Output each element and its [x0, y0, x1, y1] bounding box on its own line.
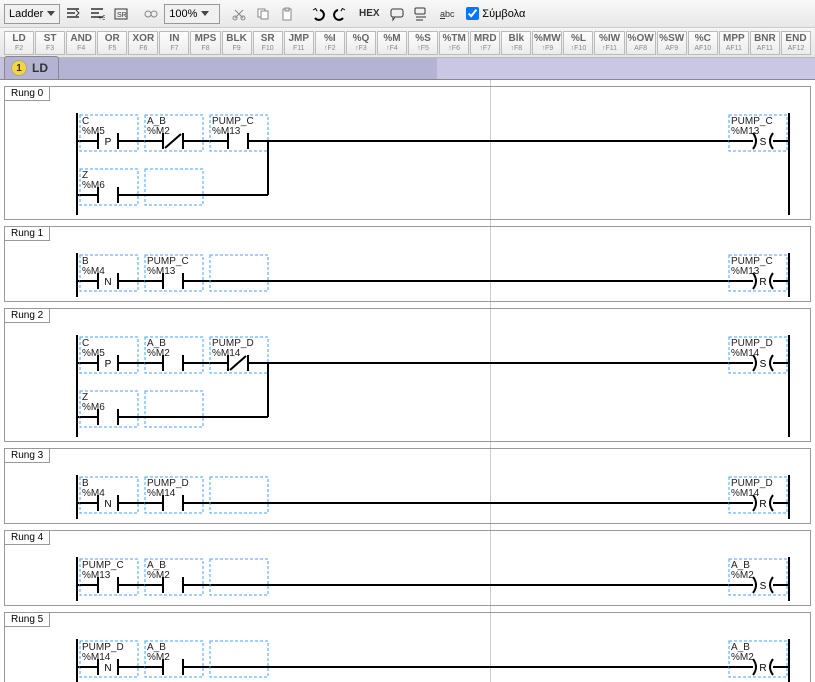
- svg-text:S: S: [760, 581, 767, 592]
- svg-text:%M6: %M6: [82, 180, 105, 191]
- paste-button[interactable]: [276, 3, 298, 25]
- svg-text:%M13: %M13: [147, 266, 176, 277]
- mode-dropdown[interactable]: Ladder: [4, 4, 60, 24]
- op-bnr-button[interactable]: BNRAF11: [750, 31, 780, 55]
- tab-label: LD: [32, 61, 48, 75]
- svg-text:N: N: [104, 663, 111, 674]
- align-left-s-button[interactable]: +S: [86, 3, 108, 25]
- op-mrd-button[interactable]: MRD↑F7: [470, 31, 500, 55]
- svg-text:%M6: %M6: [82, 402, 105, 413]
- mode-dropdown-label: Ladder: [9, 8, 43, 20]
- rung[interactable]: Rung 3B%M4NPUMP_D%M14PUMP_D%M14R: [4, 448, 811, 524]
- tab-bar: 1 LD: [0, 58, 815, 80]
- svg-text:SR: SR: [117, 12, 127, 19]
- rung[interactable]: Rung 0C%M5PA_B%M2PUMP_C%M13PUMP_C%M13SZ%…: [4, 86, 811, 220]
- rung[interactable]: Rung 1B%M4NPUMP_C%M13PUMP_C%M13R: [4, 226, 811, 302]
- abc-button[interactable]: abc: [434, 3, 460, 25]
- main-toolbar: Ladder +S SR 100% HEX abc: [0, 0, 815, 28]
- rung[interactable]: Rung 4PUMP_C%M13A_B%M2A_B%M2S: [4, 530, 811, 606]
- op-in-button[interactable]: INF7: [159, 31, 189, 55]
- op-xor-button[interactable]: XORF6: [128, 31, 158, 55]
- svg-text:N: N: [104, 499, 111, 510]
- align-left-button[interactable]: [62, 3, 84, 25]
- svg-text:%M14: %M14: [212, 348, 241, 359]
- svg-text:%M2: %M2: [731, 570, 754, 581]
- op-end-button[interactable]: ENDAF12: [781, 31, 811, 55]
- rung-label: Rung 5: [4, 612, 50, 627]
- svg-text:%M5: %M5: [82, 348, 105, 359]
- sr-button[interactable]: SR: [110, 3, 132, 25]
- rung[interactable]: Rung 5PUMP_D%M14NA_B%M2A_B%M2R: [4, 612, 811, 682]
- opcode-toolbar: LDF2STF3ANDF4ORF5XORF6INF7MPSF8BLKF9SRF1…: [0, 28, 815, 58]
- op-iw-button[interactable]: %IW↑F11: [594, 31, 624, 55]
- op-st-button[interactable]: STF3: [35, 31, 65, 55]
- tab-badge: 1: [11, 60, 27, 76]
- op-blk-button[interactable]: BLKF9: [222, 31, 252, 55]
- rung-label: Rung 3: [4, 448, 50, 463]
- svg-text:S: S: [760, 137, 767, 148]
- svg-text:P: P: [105, 359, 112, 370]
- op-or-button[interactable]: ORF5: [97, 31, 127, 55]
- svg-text:%M14: %M14: [82, 652, 111, 663]
- svg-text:S: S: [760, 359, 767, 370]
- rung-label: Rung 4: [4, 530, 50, 545]
- svg-text:%M2: %M2: [731, 652, 754, 663]
- comment-button[interactable]: [386, 3, 408, 25]
- op-c-button[interactable]: %CAF10: [688, 31, 718, 55]
- comment-align-button[interactable]: [410, 3, 432, 25]
- rung-label: Rung 2: [4, 308, 50, 323]
- op-jmp-button[interactable]: JMPF11: [284, 31, 314, 55]
- rung-label: Rung 0: [4, 86, 50, 101]
- zoom-dropdown[interactable]: 100%: [164, 4, 220, 24]
- cut-button[interactable]: [228, 3, 250, 25]
- op-s-button[interactable]: %S↑F5: [408, 31, 438, 55]
- svg-text:%M2: %M2: [147, 652, 170, 663]
- svg-text:R: R: [759, 499, 766, 510]
- tab-ld[interactable]: 1 LD: [4, 56, 59, 79]
- ladder-workspace[interactable]: Rung 0C%M5PA_B%M2PUMP_C%M13PUMP_C%M13SZ%…: [0, 80, 815, 682]
- svg-text:%M4: %M4: [82, 488, 105, 499]
- svg-text:%M5: %M5: [82, 126, 105, 137]
- svg-text:%M2: %M2: [147, 570, 170, 581]
- op-q-button[interactable]: %Q↑F3: [346, 31, 376, 55]
- copy-button[interactable]: [252, 3, 274, 25]
- zoom-dropdown-label: 100%: [169, 8, 197, 20]
- redo-button[interactable]: [330, 3, 352, 25]
- svg-text:%M13: %M13: [212, 126, 241, 137]
- link-button[interactable]: [140, 3, 162, 25]
- symbols-checkbox[interactable]: [466, 7, 479, 20]
- chevron-down-icon: [201, 11, 209, 16]
- svg-text:R: R: [759, 277, 766, 288]
- op-i-button[interactable]: %I↑F2: [315, 31, 345, 55]
- op-sr-button[interactable]: SRF10: [253, 31, 283, 55]
- chevron-down-icon: [47, 11, 55, 16]
- svg-text:%M2: %M2: [147, 126, 170, 137]
- rung[interactable]: Rung 2C%M5PA_B%M2PUMP_D%M14PUMP_D%M14SZ%…: [4, 308, 811, 442]
- rung-label: Rung 1: [4, 226, 50, 241]
- op-mw-button[interactable]: %MW↑F9: [532, 31, 562, 55]
- svg-text:+S: +S: [98, 15, 105, 22]
- hex-button[interactable]: HEX: [354, 3, 384, 25]
- symbols-checkbox-label[interactable]: Σύμβολα: [466, 7, 525, 20]
- op-blk-button[interactable]: Blk↑F8: [501, 31, 531, 55]
- op-ow-button[interactable]: %OWAF8: [626, 31, 656, 55]
- svg-text:%M14: %M14: [147, 488, 176, 499]
- undo-button[interactable]: [306, 3, 328, 25]
- svg-text:P: P: [105, 137, 112, 148]
- svg-text:%M4: %M4: [82, 266, 105, 277]
- op-mps-button[interactable]: MPSF8: [190, 31, 220, 55]
- op-tm-button[interactable]: %TM↑F6: [439, 31, 469, 55]
- svg-text:N: N: [104, 277, 111, 288]
- op-m-button[interactable]: %M↑F4: [377, 31, 407, 55]
- op-sw-button[interactable]: %SWAF9: [657, 31, 687, 55]
- op-and-button[interactable]: ANDF4: [66, 31, 96, 55]
- svg-text:%M13: %M13: [82, 570, 111, 581]
- op-l-button[interactable]: %L↑F10: [563, 31, 593, 55]
- op-ld-button[interactable]: LDF2: [4, 31, 34, 55]
- svg-text:R: R: [759, 663, 766, 674]
- svg-text:%M2: %M2: [147, 348, 170, 359]
- op-mpp-button[interactable]: MPPAF11: [719, 31, 749, 55]
